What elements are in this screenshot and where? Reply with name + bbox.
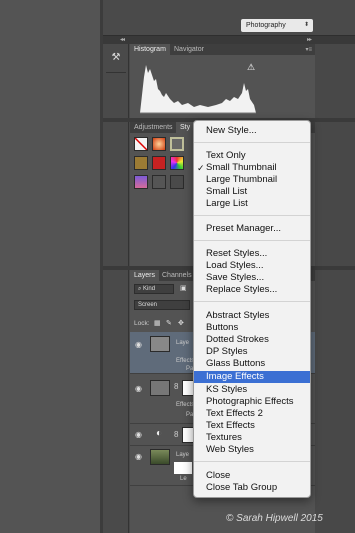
menu-item-replace-styles[interactable]: Replace Styles... bbox=[194, 284, 310, 296]
panel-menu-icon[interactable]: ▾≡ bbox=[305, 46, 312, 53]
layer-thumbnail bbox=[150, 336, 170, 352]
histogram-graph bbox=[140, 65, 256, 114]
menu-item-large-list[interactable]: Large List bbox=[194, 198, 310, 210]
style-swatch-rainbow[interactable] bbox=[170, 156, 184, 170]
smart-filter-mask bbox=[174, 462, 192, 474]
tool-presets-icon[interactable]: ⚒ bbox=[108, 52, 124, 66]
layer-effects-label: Effects bbox=[176, 358, 195, 364]
style-swatch-purple[interactable] bbox=[134, 175, 148, 189]
menu-item-reset-styles[interactable]: Reset Styles... bbox=[194, 248, 310, 260]
menu-item-close[interactable]: Close bbox=[194, 470, 310, 482]
tab-styles[interactable]: Sty bbox=[176, 122, 195, 133]
checkmark-icon: ✓ bbox=[197, 163, 205, 173]
adjustment-layer-icon: ◐ bbox=[156, 428, 163, 439]
style-swatch-orange-glow[interactable] bbox=[152, 137, 166, 151]
menu-separator bbox=[194, 461, 310, 462]
menu-separator bbox=[194, 215, 310, 216]
filter-kind-label: Kind bbox=[143, 286, 156, 292]
lock-transparency-icon[interactable]: ▦ bbox=[154, 319, 161, 327]
visibility-eye-icon[interactable]: ◉ bbox=[135, 452, 142, 461]
separator bbox=[106, 72, 126, 73]
histogram-panel: Histogram Navigator ▾≡ ⚠ bbox=[130, 44, 315, 122]
lock-move-icon[interactable]: ✥ bbox=[178, 319, 184, 327]
search-icon: ⌕ bbox=[138, 286, 142, 292]
style-swatch-gold[interactable] bbox=[134, 156, 148, 170]
menu-item-buttons[interactable]: Buttons bbox=[194, 322, 310, 334]
collapse-arrows-icon[interactable]: ◂◂ bbox=[120, 36, 125, 43]
link-chain-icon: 8 bbox=[174, 382, 179, 391]
tab-adjustments[interactable]: Adjustments bbox=[130, 122, 177, 133]
menu-item-image-effects[interactable]: Image Effects bbox=[194, 371, 310, 383]
menu-item-close-tab-group[interactable]: Close Tab Group bbox=[194, 482, 310, 494]
warning-triangle-icon[interactable]: ⚠ bbox=[247, 62, 255, 73]
expand-arrows-icon[interactable]: ▸▸ bbox=[307, 36, 312, 43]
visibility-eye-icon[interactable]: ◉ bbox=[135, 384, 142, 393]
chevron-updown-icon: ⬍ bbox=[303, 22, 309, 28]
style-swatch-gray[interactable] bbox=[152, 175, 166, 189]
tab-navigator[interactable]: Navigator bbox=[170, 44, 208, 55]
menu-item-large-thumbnail[interactable]: Large Thumbnail bbox=[194, 174, 310, 186]
layer-thumbnail bbox=[150, 380, 170, 396]
menu-item-save-styles[interactable]: Save Styles... bbox=[194, 272, 310, 284]
style-swatch-none[interactable] bbox=[134, 137, 148, 151]
blend-mode-select[interactable]: Screen bbox=[134, 300, 190, 310]
tab-histogram[interactable]: Histogram bbox=[130, 44, 170, 55]
menu-item-text-only[interactable]: Text Only bbox=[194, 150, 310, 162]
menu-item-small-thumbnail[interactable]: ✓ Small Thumbnail bbox=[194, 162, 310, 174]
menu-item-new-style[interactable]: New Style... bbox=[194, 125, 310, 137]
lock-brush-icon[interactable]: ✎ bbox=[166, 319, 172, 327]
styles-panel-menu: New Style... Text Only ✓ Small Thumbnail… bbox=[193, 120, 311, 498]
visibility-eye-icon[interactable]: ◉ bbox=[135, 430, 142, 439]
menu-item-preset-manager[interactable]: Preset Manager... bbox=[194, 223, 310, 235]
lock-label: Lock: bbox=[134, 320, 150, 327]
left-background bbox=[0, 0, 100, 533]
tab-layers[interactable]: Layers bbox=[130, 270, 160, 281]
menu-item-abstract-styles[interactable]: Abstract Styles bbox=[194, 310, 310, 322]
layer-effects-label: Effects bbox=[176, 402, 195, 408]
style-swatch-dark[interactable] bbox=[170, 175, 184, 189]
menu-item-glass-buttons[interactable]: Glass Buttons bbox=[194, 358, 310, 370]
menu-item-photographic-effects[interactable]: Photographic Effects bbox=[194, 396, 310, 408]
style-swatch-framed[interactable] bbox=[170, 137, 184, 151]
menu-item-dp-styles[interactable]: DP Styles bbox=[194, 346, 310, 358]
layer-name[interactable]: Laye bbox=[176, 340, 189, 346]
menu-item-dotted-strokes[interactable]: Dotted Strokes bbox=[194, 334, 310, 346]
layer-filter-kind[interactable]: ⌕ Kind bbox=[134, 284, 174, 294]
menu-separator bbox=[194, 240, 310, 241]
menu-separator bbox=[194, 142, 310, 143]
histogram-tabs: Histogram Navigator ▾≡ bbox=[130, 44, 315, 55]
image-filter-icon[interactable]: ▣ bbox=[180, 284, 187, 292]
options-bar bbox=[103, 0, 355, 36]
menu-separator bbox=[194, 301, 310, 302]
menu-item-textures[interactable]: Textures bbox=[194, 432, 310, 444]
menu-item-small-list[interactable]: Small List bbox=[194, 186, 310, 198]
layer-thumbnail bbox=[150, 449, 170, 465]
workspace-switcher[interactable]: Photography ⬍ bbox=[241, 19, 313, 32]
tab-channels[interactable]: Channels bbox=[158, 270, 196, 281]
menu-item-text-effects-2[interactable]: Text Effects 2 bbox=[194, 408, 310, 420]
layer-effect-name: Le bbox=[180, 476, 187, 482]
visibility-eye-icon[interactable]: ◉ bbox=[135, 340, 142, 349]
menu-item-web-styles[interactable]: Web Styles bbox=[194, 444, 310, 456]
link-chain-icon: 8 bbox=[174, 430, 179, 439]
menu-item-ks-styles[interactable]: KS Styles bbox=[194, 384, 310, 396]
workspace-label: Photography bbox=[246, 22, 286, 29]
layer-name[interactable]: Laye bbox=[176, 452, 189, 458]
menu-item-text-effects[interactable]: Text Effects bbox=[194, 420, 310, 432]
dock-header bbox=[103, 36, 355, 44]
menu-item-load-styles[interactable]: Load Styles... bbox=[194, 260, 310, 272]
menu-item-label: Small Thumbnail bbox=[206, 162, 277, 173]
copyright-watermark: © Sarah Hipwell 2015 bbox=[226, 513, 323, 524]
style-swatch-red[interactable] bbox=[152, 156, 166, 170]
